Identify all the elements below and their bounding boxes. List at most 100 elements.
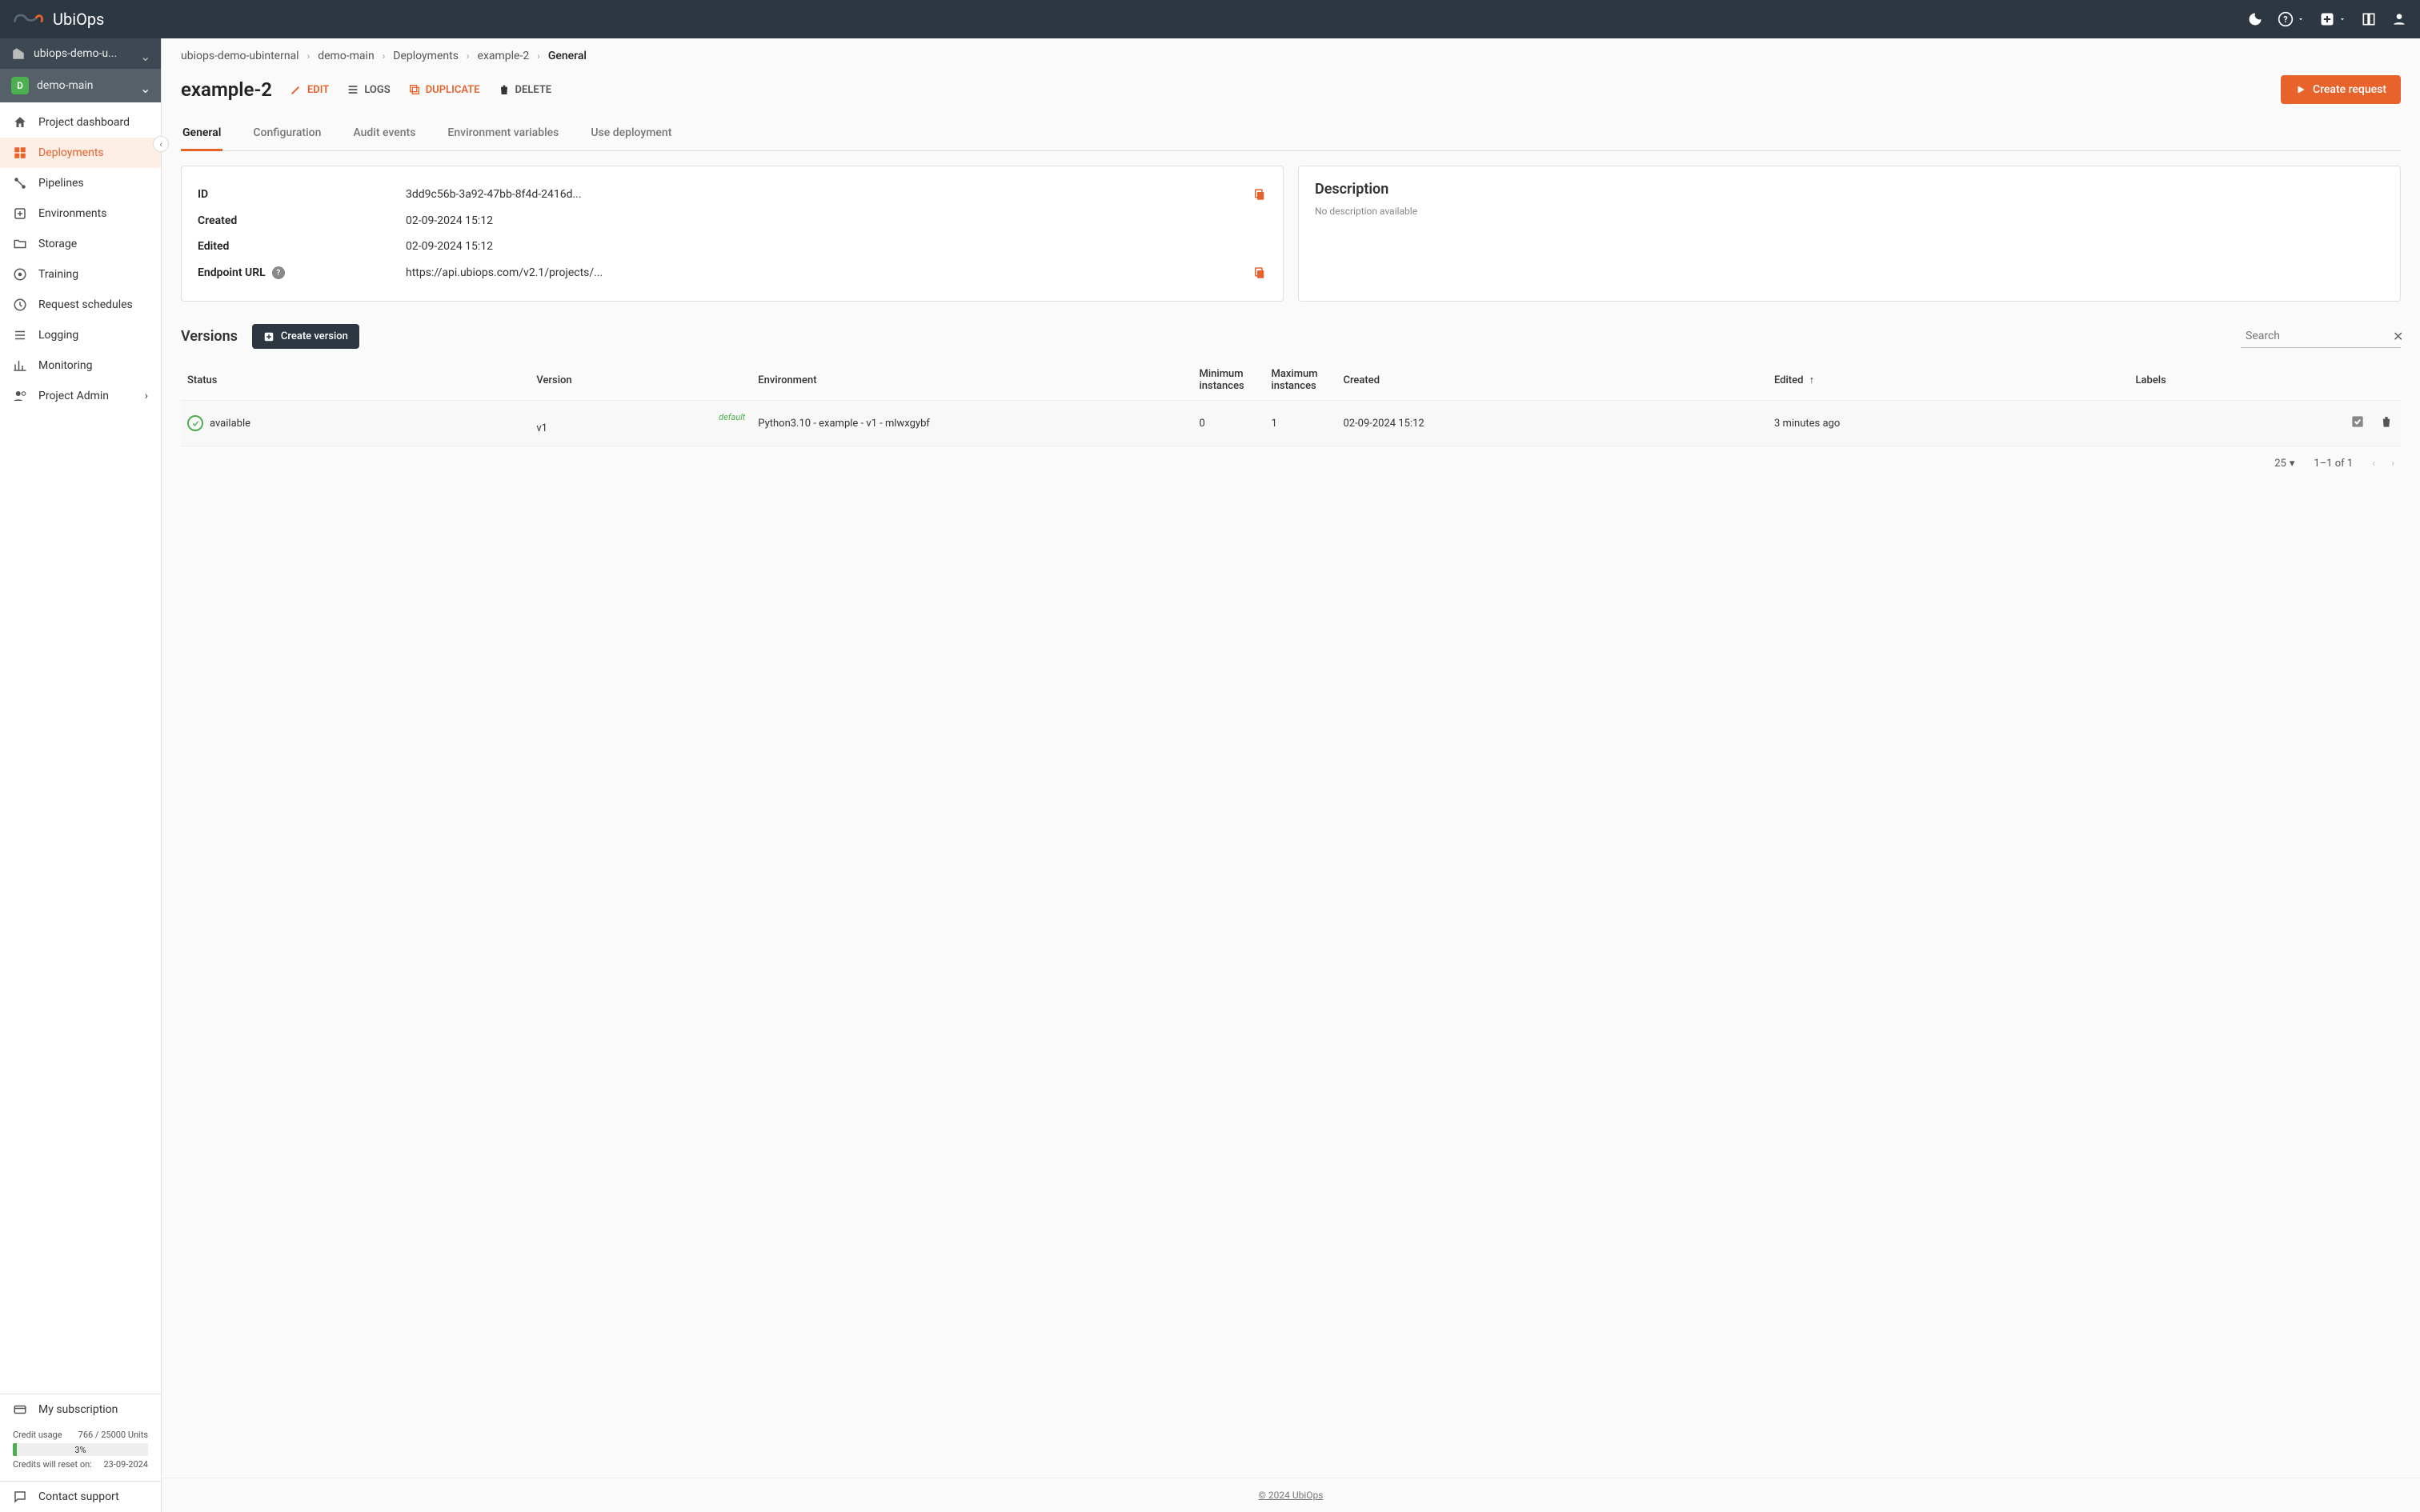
create-version-button[interactable]: Create version — [252, 324, 359, 349]
col-max[interactable]: Maximum instances — [1264, 360, 1336, 401]
sidebar-item-training[interactable]: Training — [0, 259, 161, 290]
theme-toggle-icon[interactable] — [2247, 11, 2263, 27]
sidebar-item-subscription[interactable]: My subscription — [0, 1394, 161, 1425]
project-badge: D — [11, 77, 29, 94]
pipelines-icon — [13, 176, 27, 190]
min-cell: 0 — [1192, 401, 1264, 446]
chat-icon — [13, 1490, 27, 1504]
help-icon[interactable]: ? — [2278, 11, 2305, 27]
help-icon[interactable]: ? — [272, 266, 285, 279]
card-icon — [13, 1402, 27, 1417]
plus-icon — [263, 331, 274, 342]
credit-usage-value: 766 / 25000 Units — [78, 1430, 148, 1440]
max-cell: 1 — [1264, 401, 1336, 446]
environments-icon — [13, 206, 27, 221]
breadcrumb-item[interactable]: example-2 — [478, 50, 530, 62]
sidebar-item-label: Project dashboard — [38, 116, 130, 129]
created-label: Created — [198, 214, 406, 227]
chevron-down-icon: ▾ — [2290, 458, 2295, 470]
credit-reset-label: Credits will reset on: — [13, 1459, 92, 1470]
sidebar-item-label: Project Admin — [38, 390, 109, 402]
footer-link[interactable]: © 2024 UbiOps — [1259, 1490, 1324, 1501]
breadcrumb-item[interactable]: ubiops-demo-ubinternal — [181, 50, 299, 62]
col-labels[interactable]: Labels — [2130, 360, 2330, 401]
add-menu-icon[interactable] — [2319, 11, 2346, 27]
sidebar-item-request-schedules[interactable]: Request schedules — [0, 290, 161, 320]
copy-endpoint-button[interactable] — [1252, 266, 1267, 280]
edited-value: 02-09-2024 15:12 — [406, 240, 1267, 253]
col-status[interactable]: Status — [181, 360, 530, 401]
org-name: ubiops-demo-u... — [34, 47, 132, 60]
row-select-button[interactable] — [2350, 414, 2366, 433]
version-name: v1 — [536, 422, 547, 434]
description-panel: Description No description available — [1298, 166, 2401, 302]
labels-cell — [2130, 401, 2330, 446]
chevron-down-icon: ⌄ — [140, 49, 150, 58]
edited-label: Edited — [198, 240, 406, 253]
created-cell: 02-09-2024 15:12 — [1336, 401, 1767, 446]
credit-pct: 3% — [74, 1445, 86, 1455]
sidebar-item-monitoring[interactable]: Monitoring — [0, 350, 161, 381]
create-request-button[interactable]: Create request — [2281, 75, 2401, 104]
delete-button[interactable]: DELETE — [498, 83, 552, 96]
chevron-right-icon: › — [537, 50, 540, 62]
pagination: 25 ▾ 1–1 of 1 ‹ › — [181, 446, 2401, 481]
tab-configuration[interactable]: Configuration — [251, 118, 323, 151]
status-available-icon — [187, 415, 203, 431]
logs-button[interactable]: LOGS — [347, 83, 390, 96]
contact-label: Contact support — [38, 1490, 119, 1503]
next-page-button[interactable]: › — [2391, 458, 2394, 470]
breadcrumb-item[interactable]: Deployments — [393, 50, 459, 62]
sidebar-item-label: Training — [38, 268, 78, 281]
table-row[interactable]: available default v1 Python3.10 - exampl… — [181, 401, 2401, 446]
org-selector[interactable]: ubiops-demo-u... ⌄ — [0, 38, 161, 69]
tab-audit-events[interactable]: Audit events — [351, 118, 417, 151]
col-environment[interactable]: Environment — [751, 360, 1192, 401]
home-icon — [13, 115, 27, 130]
sidebar-item-contact-support[interactable]: Contact support — [0, 1481, 161, 1512]
clear-search-button[interactable]: ✕ — [2393, 329, 2403, 344]
copy-icon — [408, 83, 421, 96]
sidebar-item-project-admin[interactable]: Project Admin › — [0, 381, 161, 411]
user-icon[interactable] — [2391, 11, 2407, 27]
sidebar-item-storage[interactable]: Storage — [0, 229, 161, 259]
chart-icon — [13, 358, 27, 373]
tab-environment-variables[interactable]: Environment variables — [446, 118, 560, 151]
sidebar-item-pipelines[interactable]: Pipelines — [0, 168, 161, 198]
project-name: demo-main — [37, 79, 132, 92]
brand-name: UbiOps — [53, 10, 104, 29]
tab-use-deployment[interactable]: Use deployment — [589, 118, 673, 151]
breadcrumb-item[interactable]: demo-main — [318, 50, 374, 62]
credit-reset-date: 23-09-2024 — [103, 1459, 148, 1470]
copy-id-button[interactable] — [1252, 187, 1267, 202]
sidebar-item-label: Storage — [38, 238, 77, 250]
sidebar-item-environments[interactable]: Environments — [0, 198, 161, 229]
sidebar-item-logging[interactable]: Logging — [0, 320, 161, 350]
col-version[interactable]: Version — [530, 360, 751, 401]
sidebar-item-label: Request schedules — [38, 298, 133, 311]
sidebar-item-deployments[interactable]: Deployments — [0, 138, 161, 168]
project-selector[interactable]: D demo-main ⌄ — [0, 69, 161, 102]
col-created[interactable]: Created — [1336, 360, 1767, 401]
list-icon — [347, 83, 359, 96]
docs-icon[interactable] — [2361, 11, 2377, 27]
page-size-selector[interactable]: 25 ▾ — [2274, 458, 2294, 470]
col-edited[interactable]: Edited ↑ — [1768, 360, 2130, 401]
page-title: example-2 — [181, 78, 272, 101]
page-range: 1–1 of 1 — [2314, 458, 2353, 470]
search-input[interactable] — [2241, 326, 2393, 346]
col-min[interactable]: Minimum instances — [1192, 360, 1264, 401]
duplicate-button[interactable]: DUPLICATE — [408, 83, 480, 96]
breadcrumb: ubiops-demo-ubinternal › demo-main › Dep… — [181, 50, 2401, 62]
info-panel: ID 3dd9c56b-3a92-47bb-8f4d-2416d... Crea… — [181, 166, 1284, 302]
play-icon — [2295, 84, 2306, 95]
sidebar-collapse-button[interactable]: ‹ — [153, 136, 169, 152]
credit-progress-bar: 3% — [13, 1443, 148, 1456]
row-delete-button[interactable] — [2378, 414, 2394, 433]
sidebar-item-project-dashboard[interactable]: Project dashboard — [0, 107, 161, 138]
endpoint-label: Endpoint URL ? — [198, 266, 406, 279]
tab-general[interactable]: General — [181, 118, 222, 151]
edit-button[interactable]: EDIT — [290, 83, 329, 96]
prev-page-button[interactable]: ‹ — [2372, 458, 2375, 470]
sidebar-item-label: Monitoring — [38, 359, 93, 372]
